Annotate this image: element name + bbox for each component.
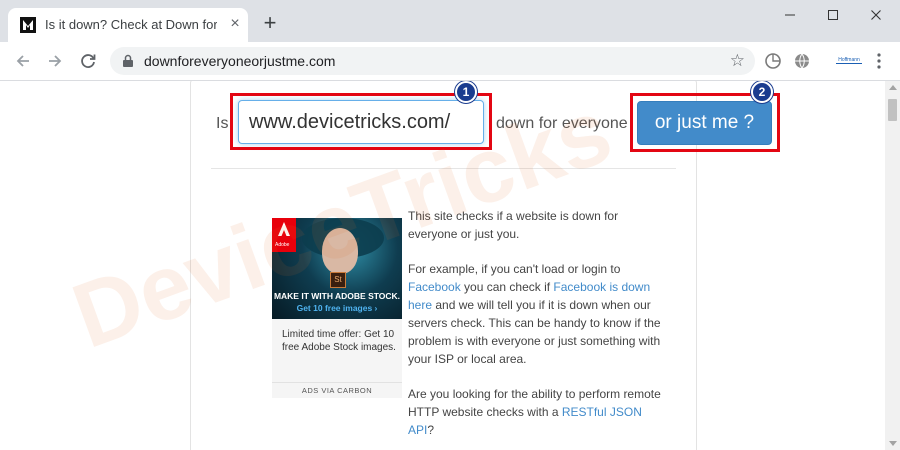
p2-text-1: For example, if you can't load or login … — [408, 262, 621, 276]
lock-icon — [122, 54, 134, 73]
bookmark-star-icon[interactable]: ☆ — [730, 52, 745, 70]
ad-text[interactable]: Limited time offer: Get 10 free Adobe St… — [282, 328, 400, 354]
minimize-button[interactable] — [768, 4, 812, 26]
ad-subline[interactable]: Get 10 free images › — [272, 303, 402, 313]
scroll-down-arrow-icon[interactable] — [889, 441, 897, 446]
tab-close-icon[interactable]: × — [226, 15, 244, 33]
extension-icon — [765, 53, 781, 69]
ad-image[interactable]: Adobe St MAKE IT WITH ADOBE STOCK. Get 1… — [272, 218, 402, 319]
url-text: downforeveryoneorjustme.com — [144, 53, 336, 69]
browser-toolbar: downforeveryoneorjustme.com ☆ Hoffmann — [0, 42, 900, 81]
reload-button[interactable] — [77, 50, 99, 72]
highlight-box-input — [230, 93, 492, 150]
forward-arrow-icon — [49, 55, 62, 67]
tab-strip: Is it down? Check at Down for Everyone o… — [0, 0, 900, 42]
address-bar[interactable]: downforeveryoneorjustme.com ☆ — [110, 47, 755, 75]
vertical-scrollbar[interactable] — [885, 81, 900, 450]
globe-icon — [795, 53, 809, 69]
p3-text-2: ? — [427, 423, 435, 437]
maximize-button[interactable] — [811, 4, 855, 26]
ad-footer[interactable]: ADS VIA CARBON — [272, 382, 402, 399]
profile-extension-button[interactable]: Hoffmann — [836, 50, 862, 72]
adobe-logo-text: Adobe — [275, 242, 290, 248]
kebab-menu-icon — [877, 53, 881, 69]
reload-icon — [81, 54, 96, 68]
carbon-ad[interactable]: Adobe St MAKE IT WITH ADOBE STOCK. Get 1… — [272, 218, 402, 398]
forward-button[interactable] — [44, 50, 66, 72]
back-arrow-icon — [16, 55, 29, 67]
close-window-button[interactable] — [854, 4, 898, 26]
description-paragraph-1: This site checks if a website is down fo… — [408, 209, 619, 241]
menu-button[interactable] — [873, 50, 885, 72]
globe-extension-button[interactable] — [791, 50, 813, 72]
question-suffix: down for everyone — [496, 115, 628, 132]
ad-face-shape — [322, 228, 358, 274]
facebook-link[interactable]: Facebook — [408, 280, 461, 294]
description-paragraph-2: For example, if you can't load or login … — [408, 260, 668, 368]
adobe-logo: Adobe — [272, 218, 296, 252]
divider — [211, 168, 676, 169]
tab-title: Is it down? Check at Down for Everyone o… — [45, 17, 217, 32]
maximize-icon — [828, 10, 838, 20]
description: This site checks if a website is down fo… — [408, 207, 668, 450]
scrollbar-thumb[interactable] — [888, 99, 897, 121]
back-button[interactable] — [12, 50, 34, 72]
p2-text-3: and we will tell you if it is down when … — [408, 298, 661, 366]
p2-text-2: you can check if — [460, 280, 554, 294]
extension-badge: Hoffmann — [836, 57, 862, 64]
browser-tab[interactable]: Is it down? Check at Down for Everyone o… — [8, 8, 248, 42]
scroll-up-arrow-icon[interactable] — [889, 85, 897, 90]
new-tab-button[interactable]: + — [259, 12, 281, 34]
stock-badge: St — [330, 272, 346, 288]
site-favicon-icon — [20, 17, 36, 33]
step-marker-2: 2 — [751, 81, 773, 103]
close-icon — [871, 10, 881, 20]
extension-button[interactable] — [762, 50, 784, 72]
minimize-icon — [785, 14, 795, 16]
question-prefix: Is — [216, 115, 229, 132]
page-content: Is down for everyone or just me ? 1 2 Ad… — [0, 81, 885, 450]
description-paragraph-3: Are you looking for the ability to perfo… — [408, 385, 668, 439]
ad-headline: MAKE IT WITH ADOBE STOCK. — [273, 291, 401, 301]
step-marker-1: 1 — [455, 81, 477, 103]
